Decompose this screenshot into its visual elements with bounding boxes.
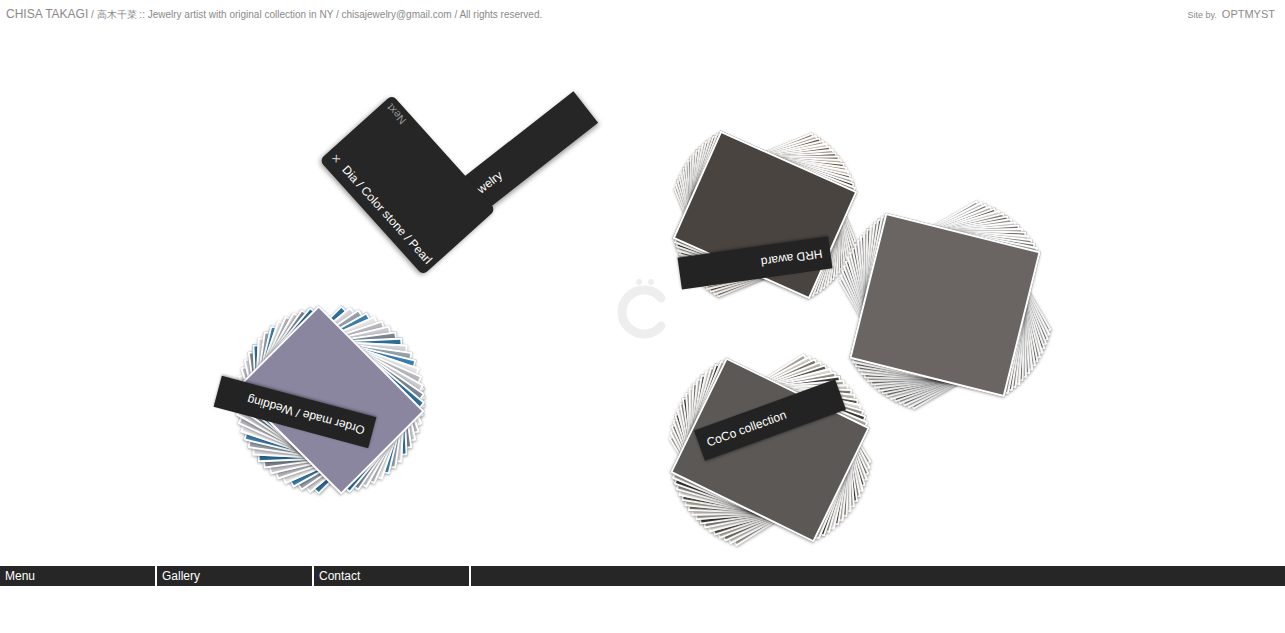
next-button[interactable]: Next [384,102,411,130]
nav-item[interactable]: Gallery [157,566,312,586]
gallery-canvas: Art jewelryNext×Dia / Color stone / Pear… [0,20,1285,566]
nav-bar: MenuGalleryContact [0,566,1285,586]
nav-item[interactable]: Contact [314,566,469,586]
nav-fill [471,566,1285,586]
menu-panel[interactable]: Next ×Dia / Color stone / Pearl [319,95,496,276]
credit-label: Site by. [1187,10,1216,20]
credit-brand[interactable]: OPTMYST [1222,8,1275,20]
loading-spinner-icon [609,276,681,348]
nav-item[interactable]: Menu [0,566,155,586]
artist-info: / 高木千菜 :: Jewelry artist with original c… [88,9,542,20]
close-button[interactable]: × [328,150,345,167]
site-credit[interactable]: Site by. OPTMYST [1187,8,1279,20]
artist-name: CHISA TAKAGI [6,7,88,21]
page: CHISA TAKAGI / 高木千菜 :: Jewelry artist wi… [0,0,1285,633]
header: CHISA TAKAGI / 高木千菜 :: Jewelry artist wi… [0,0,1285,20]
site-title: CHISA TAKAGI / 高木千菜 :: Jewelry artist wi… [6,4,542,22]
menu-title: Dia / Color stone / Pearl [339,163,435,267]
